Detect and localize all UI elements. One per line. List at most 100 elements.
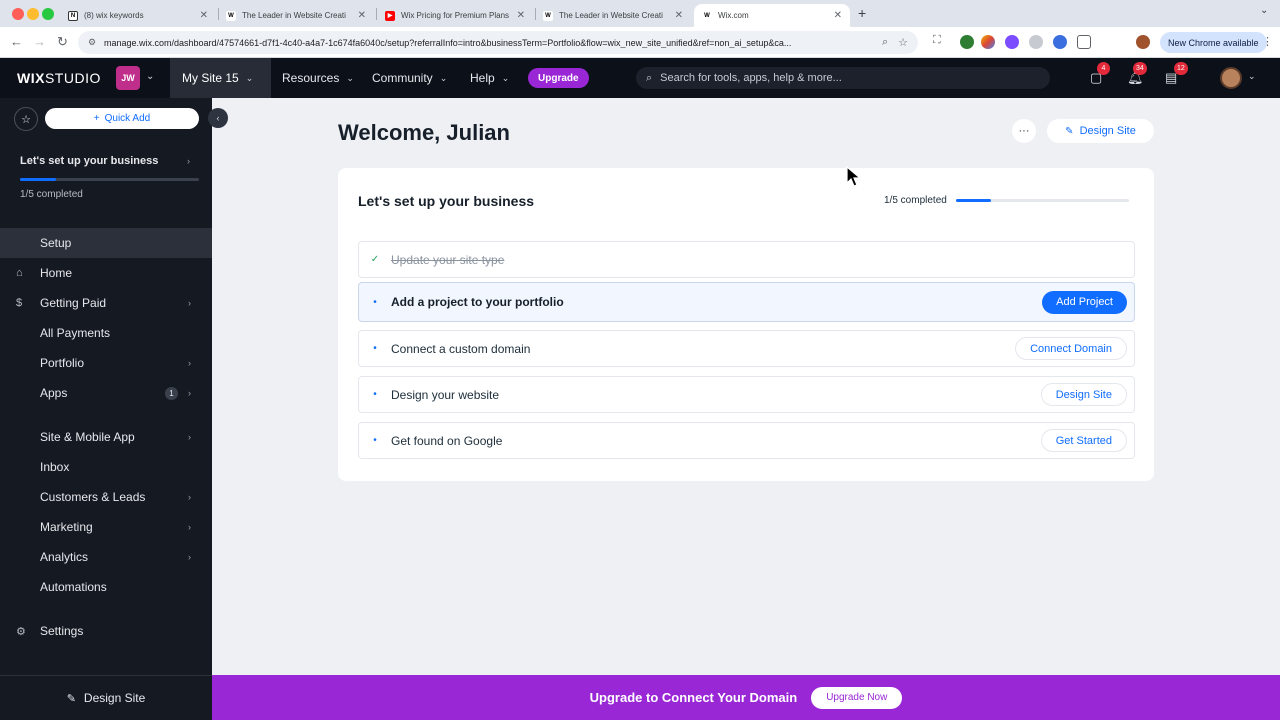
page-title: Welcome, Julian: [338, 120, 510, 145]
setup-progress-bar: [20, 178, 199, 181]
quick-add-button[interactable]: + Quick Add: [45, 108, 199, 129]
dollar-icon: $: [16, 297, 23, 309]
extension-purple-icon[interactable]: [1005, 35, 1019, 49]
close-icon[interactable]: ✕: [200, 10, 208, 21]
address-bar[interactable]: ⚙ manage.wix.com/dashboard/47574661-d7f1…: [78, 31, 918, 54]
checkmark-icon: ✓: [370, 254, 380, 265]
sidebar-item-getting-paid[interactable]: $ Getting Paid ›: [0, 288, 212, 318]
sidebar-design-site-button[interactable]: ✎ Design Site: [0, 675, 212, 720]
apps-count-badge: 1: [165, 386, 178, 400]
star-icon[interactable]: ☆: [14, 107, 38, 131]
sidebar-item-marketing[interactable]: Marketing ›: [0, 512, 212, 542]
search-input[interactable]: ⌕ Search for tools, apps, help & more...: [636, 67, 1050, 89]
wix-icon: W: [702, 10, 712, 21]
pencil-icon: ✎: [66, 692, 76, 705]
connect-domain-button[interactable]: Connect Domain: [1015, 337, 1127, 360]
screenshot-icon[interactable]: ⛶: [933, 34, 941, 47]
add-project-button[interactable]: Add Project: [1042, 290, 1127, 314]
task-update-site-type[interactable]: ✓ Update your site type: [358, 241, 1135, 278]
browser-toolbar: ← → ↻ ⚙ manage.wix.com/dashboard/4757466…: [0, 27, 1280, 58]
task-connect-domain[interactable]: • Connect a custom domain Connect Domain: [358, 330, 1135, 367]
close-icon[interactable]: ✕: [675, 10, 683, 21]
browser-tab[interactable]: N (8) wix keywords ✕: [60, 4, 216, 27]
tab-search-icon[interactable]: ⌄: [1260, 5, 1268, 16]
collapse-sidebar-button[interactable]: ‹: [208, 108, 228, 128]
extension-blue-icon[interactable]: [1053, 35, 1067, 49]
sidebar-item-settings[interactable]: ⚙ Settings: [0, 616, 212, 646]
reload-icon[interactable]: ↻: [57, 34, 68, 50]
profile-avatar-icon[interactable]: [1136, 35, 1150, 49]
sidebar-item-portfolio[interactable]: Portfolio ›: [0, 348, 212, 378]
design-site-task-button[interactable]: Design Site: [1040, 383, 1127, 406]
sidebar-item-label: Automations: [40, 580, 107, 594]
setup-count: 1/5 completed: [20, 189, 83, 200]
close-icon[interactable]: ✕: [358, 10, 366, 21]
design-site-button[interactable]: ✎ Design Site: [1047, 119, 1154, 143]
site-info-icon[interactable]: ⚙: [88, 37, 98, 48]
setup-progress-card[interactable]: Let's set up your business › 1/5 complet…: [0, 138, 212, 218]
upgrade-banner: Upgrade to Connect Your Domain Upgrade N…: [212, 675, 1280, 720]
back-arrow-icon[interactable]: ←: [10, 34, 23, 49]
sidebar-item-home[interactable]: ⌂ Home: [0, 258, 212, 288]
chevron-right-icon: ›: [188, 552, 191, 562]
sidebar-item-label: Setup: [40, 236, 72, 250]
browser-tab[interactable]: W The Leader in Website Creati ✕: [535, 4, 691, 27]
sidebar-item-all-payments[interactable]: All Payments: [0, 318, 212, 348]
sidebar-item-label: Getting Paid: [40, 296, 107, 310]
sidebar-item-site-mobile-app[interactable]: Site & Mobile App ›: [0, 422, 212, 452]
extension-colorful-icon[interactable]: [981, 35, 995, 49]
sidebar-item-setup[interactable]: Setup: [0, 228, 212, 258]
chrome-menu-icon[interactable]: ⋮: [1262, 35, 1273, 48]
nav-community[interactable]: Community ⌄: [372, 58, 447, 98]
checklist-progress-fill: [956, 199, 991, 202]
chevron-down-icon[interactable]: ⌄: [1248, 71, 1256, 82]
new-tab-button[interactable]: +: [858, 5, 866, 21]
browser-tab[interactable]: W The Leader in Website Creati ✕: [218, 4, 374, 27]
wix-studio-logo[interactable]: WIXSTUDIO: [17, 70, 101, 86]
sidebar-item-customers-leads[interactable]: Customers & Leads ›: [0, 482, 212, 512]
close-icon[interactable]: ✕: [517, 10, 525, 21]
extensions-puzzle-icon[interactable]: [1077, 35, 1091, 49]
task-design-website[interactable]: • Design your website Design Site: [358, 376, 1135, 413]
nav-resources[interactable]: Resources ⌄: [282, 58, 354, 98]
zoom-icon[interactable]: ⌕: [882, 36, 888, 49]
browser-tab[interactable]: ▶ Wix Pricing for Premium Plans ✕: [377, 4, 533, 27]
chevron-right-icon: ›: [187, 156, 190, 166]
url-text: manage.wix.com/dashboard/47574661-d7f1-4…: [104, 37, 792, 48]
get-started-button[interactable]: Get Started: [1040, 429, 1127, 452]
setup-title: Let's set up your business: [20, 155, 159, 167]
sidebar-item-apps[interactable]: Apps 1 ›: [0, 378, 212, 408]
chevron-down-icon[interactable]: ⌄: [146, 71, 154, 82]
task-add-project[interactable]: • Add a project to your portfolio Add Pr…: [358, 282, 1135, 322]
site-badge[interactable]: JW: [116, 66, 140, 90]
upgrade-button[interactable]: Upgrade: [528, 68, 589, 88]
search-icon: ⌕: [646, 71, 653, 84]
user-avatar[interactable]: [1220, 67, 1242, 89]
extension-green-icon[interactable]: [960, 35, 974, 49]
site-selector[interactable]: My Site 15 ⌄: [170, 58, 271, 98]
upgrade-now-button[interactable]: Upgrade Now: [811, 686, 903, 709]
more-actions-button[interactable]: ···: [1012, 119, 1036, 143]
extension-gray-icon[interactable]: [1029, 35, 1043, 49]
close-icon[interactable]: ✕: [834, 10, 842, 21]
browser-tab-strip: N (8) wix keywords ✕ W The Leader in Web…: [0, 0, 1280, 27]
window-close-button[interactable]: [12, 8, 24, 20]
sidebar-item-analytics[interactable]: Analytics ›: [0, 542, 212, 572]
forward-arrow-icon[interactable]: →: [33, 34, 46, 49]
new-chrome-available-button[interactable]: New Chrome available: [1160, 32, 1267, 53]
sidebar-item-label: Apps: [40, 386, 68, 400]
sidebar-item-inbox[interactable]: Inbox: [0, 452, 212, 482]
wix-icon: W: [543, 10, 553, 21]
task-get-found-google[interactable]: • Get found on Google Get Started: [358, 422, 1135, 459]
nav-help[interactable]: Help ⌄: [470, 58, 509, 98]
browser-tab-active[interactable]: W Wix.com ✕: [694, 4, 850, 27]
task-label: Update your site type: [391, 252, 505, 267]
wix-icon: W: [226, 10, 236, 21]
bookmark-star-icon[interactable]: ☆: [898, 36, 908, 49]
setup-progress-fill: [20, 178, 56, 181]
chevron-right-icon: ›: [188, 358, 191, 368]
window-minimize-button[interactable]: [27, 8, 39, 20]
sidebar-item-automations[interactable]: Automations: [0, 572, 212, 602]
window-maximize-button[interactable]: [42, 8, 54, 20]
chevron-down-icon: ⌄: [245, 72, 254, 83]
